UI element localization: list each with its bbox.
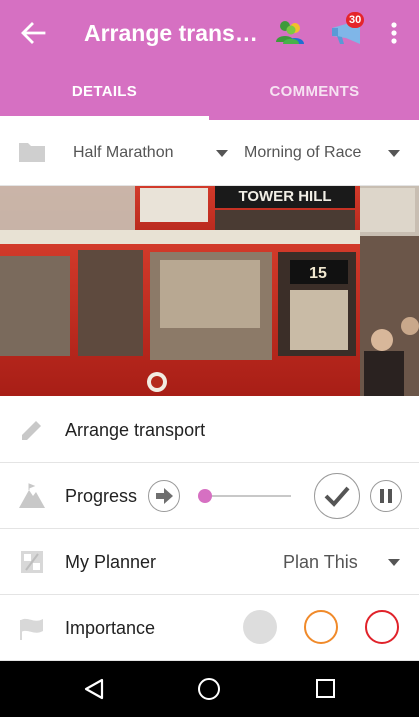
people-icon[interactable] — [274, 16, 306, 48]
checkmark-icon — [324, 486, 350, 507]
tab-details[interactable]: DETAILS — [0, 70, 209, 120]
task-name-row[interactable]: Arrange transport — [0, 397, 419, 463]
time-dropdown-value: Morning of Race — [244, 144, 362, 161]
app-bar: Arrange transp... 30 DETAILS COMMENTS — [0, 0, 419, 120]
chevron-down-icon — [388, 559, 400, 566]
progress-slider-thumb[interactable] — [197, 489, 212, 503]
planner-dropdown-value: Plan This — [283, 552, 358, 572]
page-title: Arrange transp... — [84, 20, 262, 46]
event-dropdown-value: Half Marathon — [73, 144, 174, 161]
system-nav-bar — [0, 661, 419, 717]
more-vert-icon[interactable] — [384, 18, 404, 48]
pause-button[interactable] — [370, 480, 402, 512]
planner-dropdown[interactable]: Plan This — [283, 550, 401, 574]
arrow-right-icon — [156, 488, 173, 504]
flag-icon — [20, 618, 43, 640]
task-name[interactable]: Arrange transport — [65, 418, 205, 442]
nav-recents-icon[interactable] — [316, 679, 335, 698]
complete-button[interactable] — [314, 473, 360, 519]
back-arrow-icon[interactable] — [18, 18, 48, 48]
pause-icon — [380, 489, 392, 503]
bus-photo-illustration: TOWER HILL 15 — [0, 186, 419, 396]
pencil-icon — [22, 421, 41, 440]
chevron-down-icon — [388, 150, 400, 157]
importance-label: Importance — [65, 618, 156, 638]
planner-label: My Planner — [65, 552, 157, 572]
notification-badge: 30 — [346, 12, 365, 28]
planner-row: My Planner Plan This — [0, 529, 419, 595]
event-dropdown[interactable]: Half Marathon — [73, 140, 233, 166]
bus-route-number: 15 — [309, 265, 327, 282]
bus-sign-text: TOWER HILL — [238, 188, 331, 205]
tab-comments[interactable]: COMMENTS — [210, 70, 419, 120]
progress-label: Progress — [65, 486, 138, 506]
chevron-down-icon — [216, 150, 228, 157]
time-dropdown[interactable]: Morning of Race — [244, 140, 404, 166]
nav-back-icon[interactable] — [82, 677, 106, 701]
task-photo: TOWER HILL 15 — [0, 186, 419, 396]
importance-row: Importance — [0, 595, 419, 661]
progress-row: Progress — [0, 463, 419, 529]
importance-low-button[interactable] — [243, 610, 277, 644]
folder-row: Half Marathon Morning of Race — [0, 120, 419, 186]
tab-bar: DETAILS COMMENTS — [0, 70, 419, 120]
progress-slider[interactable] — [197, 489, 291, 503]
nav-home-icon[interactable] — [198, 678, 220, 700]
mountain-icon — [19, 483, 45, 508]
importance-high-button[interactable] — [365, 610, 399, 644]
start-button[interactable] — [148, 480, 180, 512]
importance-medium-button[interactable] — [304, 610, 338, 644]
planner-icon — [21, 551, 43, 573]
folder-icon — [19, 143, 45, 162]
